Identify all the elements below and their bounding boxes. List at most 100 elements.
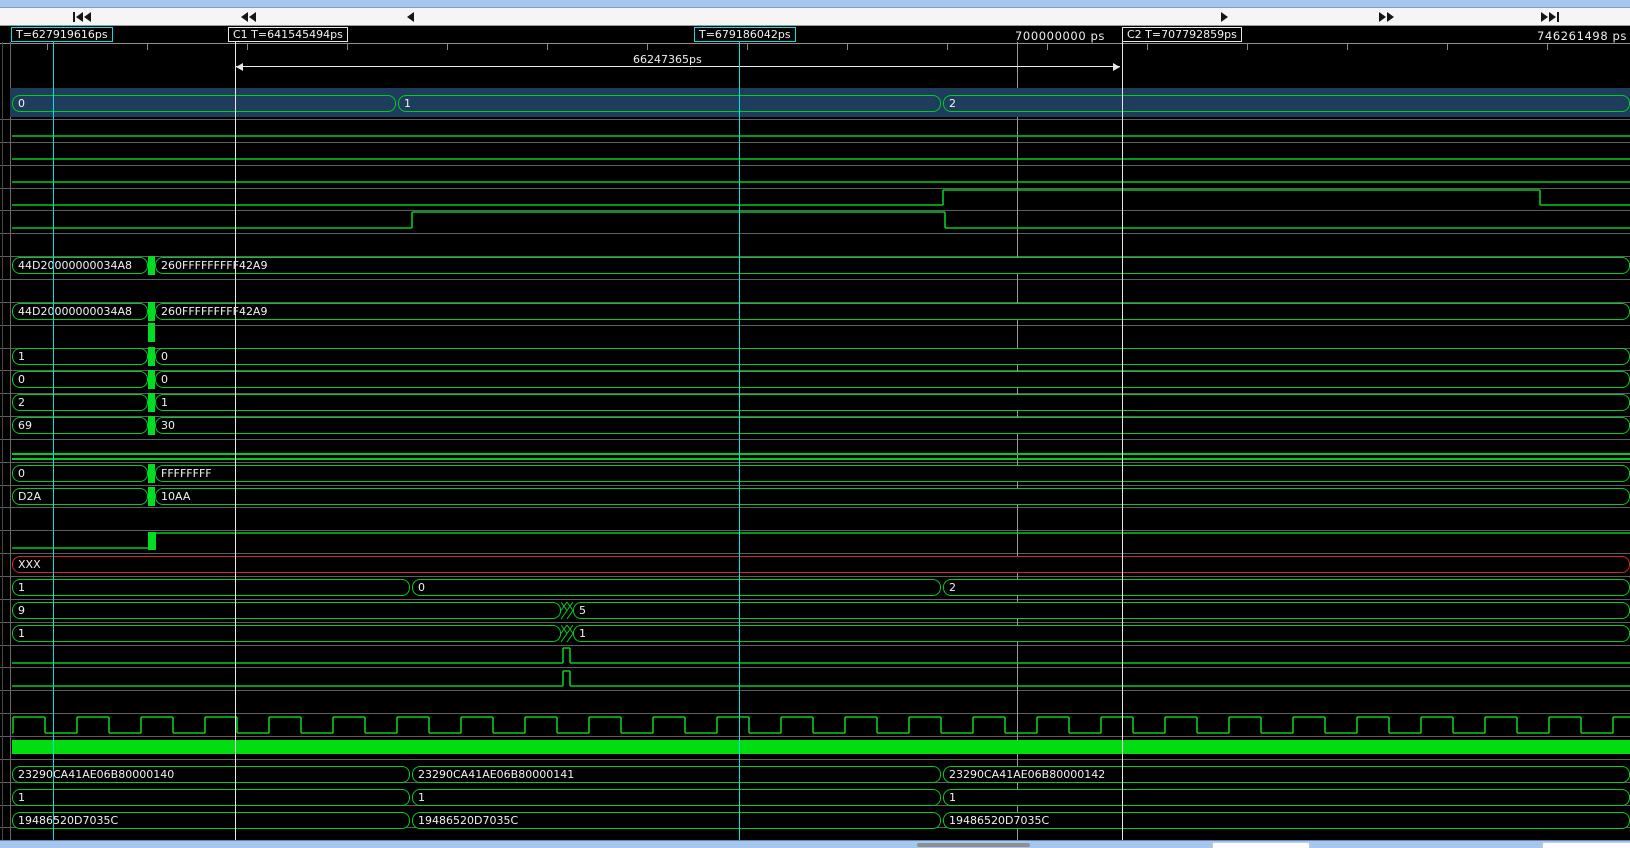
bus-value-segment: 19486520D7035C — [943, 812, 1630, 829]
bus-value-segment: 5 — [573, 602, 1630, 619]
marker-span-arrow — [236, 66, 1120, 67]
bus-transition-glitch — [148, 347, 155, 366]
bus-value-segment: 0 — [12, 465, 148, 482]
bus-transition-glitch — [148, 464, 155, 483]
ruler-time-746261498: 746261498 ps — [1537, 29, 1627, 43]
primary-marker-label[interactable]: T=679186042ps — [694, 27, 796, 42]
ruler-time-700000000: 700000000 ps — [1015, 29, 1105, 43]
ruler-tick — [147, 44, 148, 50]
signal-row[interactable] — [0, 188, 1630, 208]
signal-row[interactable] — [0, 531, 1630, 551]
bus-value-segment: 260FFFFFFFFF42A9 — [155, 303, 1630, 320]
c2-marker-label[interactable]: C2 T=707792859ps — [1122, 27, 1242, 42]
bus-transition-glitch — [148, 370, 155, 389]
window-titlebar — [0, 0, 1630, 8]
skip-to-end-icon — [1541, 12, 1548, 22]
ruler-tick — [547, 44, 548, 50]
bus-value-segment: 69 — [12, 417, 148, 434]
signal-row[interactable] — [0, 210, 1630, 231]
bus-value-segment: 1 — [943, 789, 1630, 806]
bus-transition-glitch — [148, 256, 155, 275]
timeline-ruler — [0, 43, 1630, 44]
ruler-tick — [247, 44, 248, 50]
skip-to-start-icon — [73, 12, 75, 22]
bus-value-segment: 23290CA41AE06B80000141 — [412, 766, 941, 783]
bus-value-segment: 1 — [573, 625, 1630, 642]
bus-value-segment: D2A — [12, 488, 148, 505]
skip-to-end-icon — [1549, 12, 1556, 22]
ruler-tick — [1547, 44, 1548, 50]
bus-value-segment: 0 — [12, 95, 396, 112]
bus-value-segment: 1 — [12, 579, 410, 596]
bus-value-segment: 2 — [943, 95, 1630, 112]
horizontal-scrollbar[interactable] — [0, 840, 1630, 848]
unknown-value-segment: XXX — [12, 556, 1630, 573]
arrowhead-left-icon — [236, 63, 243, 71]
arrowhead-right-icon — [1113, 63, 1120, 71]
bus-value-segment: 260FFFFFFFFF42A9 — [155, 257, 1630, 274]
clock-signal-row[interactable] — [0, 715, 1630, 736]
row-separator — [0, 599, 1630, 600]
scrollbar-thumb[interactable] — [917, 843, 1030, 847]
fast-forward-icon — [1387, 12, 1394, 22]
bus-value-segment: 44D20000000034A8 — [12, 303, 148, 320]
fast-rewind-icon — [249, 12, 256, 22]
transport-toolbar — [0, 8, 1630, 26]
bus-value-segment: 19486520D7035C — [412, 812, 941, 829]
row-separator — [0, 553, 1630, 554]
c1-marker-label[interactable]: C1 T=641545494ps — [228, 27, 348, 42]
skip-to-start-button[interactable] — [64, 9, 100, 24]
bus-transition-glitch — [148, 302, 155, 321]
row-separator — [0, 736, 1630, 737]
baseline-marker-label[interactable]: T=627919616ps — [11, 27, 113, 42]
bus-value-segment: 1 — [155, 394, 1630, 411]
dense-clock-row[interactable] — [12, 740, 1630, 754]
step-back-button[interactable] — [392, 9, 428, 24]
row-separator — [0, 713, 1630, 714]
ruler-tick — [1447, 44, 1448, 50]
row-separator — [0, 507, 1630, 508]
fast-rewind-button[interactable] — [230, 9, 266, 24]
row-separator — [0, 485, 1630, 486]
bus-value-segment: 1 — [12, 348, 148, 365]
step-forward-icon — [1221, 12, 1228, 22]
bus-value-segment: 0 — [12, 371, 148, 388]
baseline-marker-line[interactable] — [53, 42, 54, 840]
skip-to-end-button[interactable] — [1532, 9, 1568, 24]
ruler-tick — [1047, 44, 1048, 50]
c2-marker-line[interactable] — [1122, 42, 1123, 840]
fast-forward-button[interactable] — [1368, 9, 1404, 24]
bus-value-segment: 0 — [155, 371, 1630, 388]
signal-row[interactable] — [0, 669, 1630, 689]
row-separator — [0, 462, 1630, 463]
row-separator — [0, 325, 1630, 326]
signal-row[interactable] — [0, 119, 1630, 139]
bit-transition-glitch — [148, 532, 156, 550]
c1-marker-line[interactable] — [235, 42, 236, 840]
collapsed-trace-line — [12, 453, 1630, 455]
primary-cursor-line[interactable] — [739, 42, 740, 840]
bus-value-segment: 1 — [12, 625, 561, 642]
ruler-tick — [347, 44, 348, 50]
row-separator — [0, 622, 1630, 623]
bus-value-segment: 23290CA41AE06B80000140 — [12, 766, 410, 783]
signal-row[interactable] — [0, 646, 1630, 666]
bus-value-segment: 1 — [12, 789, 410, 806]
marker-span-label: 66247365ps — [633, 53, 702, 66]
signal-row[interactable] — [0, 142, 1630, 162]
signal-row[interactable] — [0, 165, 1630, 185]
fast-rewind-icon — [241, 12, 248, 22]
waveform-panel[interactable]: 66247365ps T=627919616ps C1 T=641545494ps… — [0, 26, 1630, 840]
row-separator — [0, 759, 1630, 760]
bus-value-segment: FFFFFFFF — [155, 465, 1630, 482]
bus-value-segment: 23290CA41AE06B80000142 — [943, 766, 1630, 783]
ruler-tick — [1147, 44, 1148, 50]
bus-value-segment: 19486520D7035C — [12, 812, 410, 829]
bus-transition-glitch — [148, 487, 155, 506]
fast-forward-icon — [1379, 12, 1386, 22]
statusbar-widget — [1542, 842, 1630, 848]
step-forward-button[interactable] — [1206, 9, 1242, 24]
statusbar-widget — [1212, 842, 1310, 848]
bus-value-segment: 2 — [943, 579, 1630, 596]
ruler-tick — [1347, 44, 1348, 50]
